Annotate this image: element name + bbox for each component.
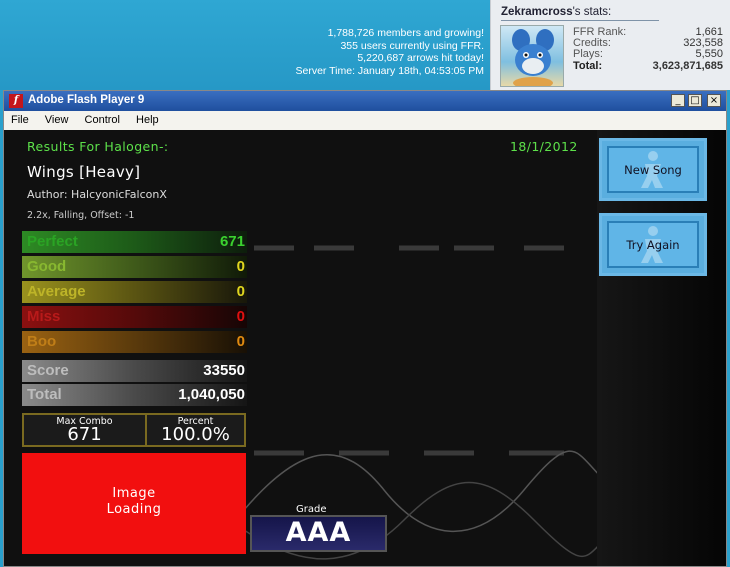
judgement-label: Miss [27,308,61,325]
judgement-value: 0 [236,283,245,300]
divider [501,20,659,21]
percent-cell: Percent 100.0% [147,415,244,445]
score-row: Score 33550 [22,360,247,382]
username-link[interactable]: Zekramcross [501,6,573,18]
total-label: Total [27,386,62,403]
users-online: 355 users currently using FFR. [340,39,484,52]
flash-player-window: f Adobe Flash Player 9 _ □ × File View C… [3,90,727,567]
menu-control[interactable]: Control [78,111,126,126]
image-loading-line2: Loading [106,502,162,517]
judgement-label: Average [27,283,86,300]
site-stats: 1,788,726 members and growing! 355 users… [295,27,484,77]
game-stage: Results For Halogen-: 18/1/2012 Wings [H… [4,130,726,566]
menu-bar: File View Control Help [4,111,726,130]
stat-value: 5,550 [695,48,723,61]
try-again-button[interactable]: Try Again [599,213,707,276]
results-header: Results For Halogen-: [27,139,169,154]
try-again-label: Try Again [626,238,680,252]
image-loading-placeholder: Image Loading [22,453,246,554]
new-song-button-face: New Song [607,146,699,193]
window-titlebar[interactable]: f Adobe Flash Player 9 _ □ × [4,91,726,111]
judgement-row-good: Good 0 [22,256,247,278]
grade-label: Grade [296,504,327,515]
members-count: 1,788,726 members and growing! [327,27,484,39]
avatar-image [512,29,554,86]
judgement-label: Perfect [27,233,78,250]
judgement-row-average: Average 0 [22,281,247,303]
judgement-value: 671 [219,233,245,250]
score-value: 33550 [203,362,245,379]
arrows-hit: 5,220,687 arrows hit today! [357,52,484,65]
stat-row-total: Total: 3,623,871,685 [573,59,723,72]
new-song-label: New Song [624,163,682,177]
site-banner: 1,788,726 members and growing! 355 users… [0,0,490,90]
user-stats-heading: Zekramcross's stats: [501,6,611,18]
total-value: 1,040,050 [178,386,245,403]
judgement-value: 0 [236,308,245,325]
try-again-button-face: Try Again [607,221,699,268]
stat-label: Total: [573,59,603,72]
stat-label: Plays: [573,48,603,61]
song-title: Wings [Heavy] [27,163,141,181]
combo-percent-box: Max Combo 671 Percent 100.0% [22,413,246,447]
score-label: Score [27,362,69,379]
avatar[interactable] [500,25,564,87]
max-combo-value: 671 [67,424,102,445]
menu-file[interactable]: File [4,111,35,126]
flash-player-icon: f [9,94,23,108]
stat-value: 3,623,871,685 [652,59,723,72]
grade-value: AAA [250,515,387,552]
stats-suffix: 's stats: [572,6,612,18]
user-stats-panel: Zekramcross's stats: FFR Rank: 1,661 Cred… [490,0,730,90]
new-song-button[interactable]: New Song [599,138,707,201]
judgement-value: 0 [236,258,245,275]
judgement-value: 0 [236,333,245,350]
menu-help[interactable]: Help [129,111,165,126]
results-date: 18/1/2012 [510,139,578,154]
maximize-button[interactable]: □ [688,94,702,107]
menu-view[interactable]: View [38,111,75,126]
stat-row-plays: Plays: 5,550 [573,49,723,60]
total-row: Total 1,040,050 [22,384,247,406]
judgement-label: Boo [27,333,57,350]
minimize-button[interactable]: _ [671,94,685,107]
play-settings: 2.2x, Falling, Offset: -1 [27,210,135,221]
judgement-row-boo: Boo 0 [22,331,247,353]
image-loading-line1: Image [112,486,156,501]
max-combo-cell: Max Combo 671 [24,415,145,445]
window-title: Adobe Flash Player 9 [28,94,145,106]
close-button[interactable]: × [707,94,721,107]
judgement-row-miss: Miss 0 [22,306,247,328]
server-time: Server Time: January 18th, 04:53:05 PM [295,64,484,77]
judgement-label: Good [27,258,67,275]
percent-value: 100.0% [161,424,230,445]
judgement-row-perfect: Perfect 671 [22,231,247,253]
song-author: Author: HalcyonicFalconX [27,188,167,201]
user-stats-table: FFR Rank: 1,661 Credits: 323,558 Plays: 5,5… [573,26,723,72]
